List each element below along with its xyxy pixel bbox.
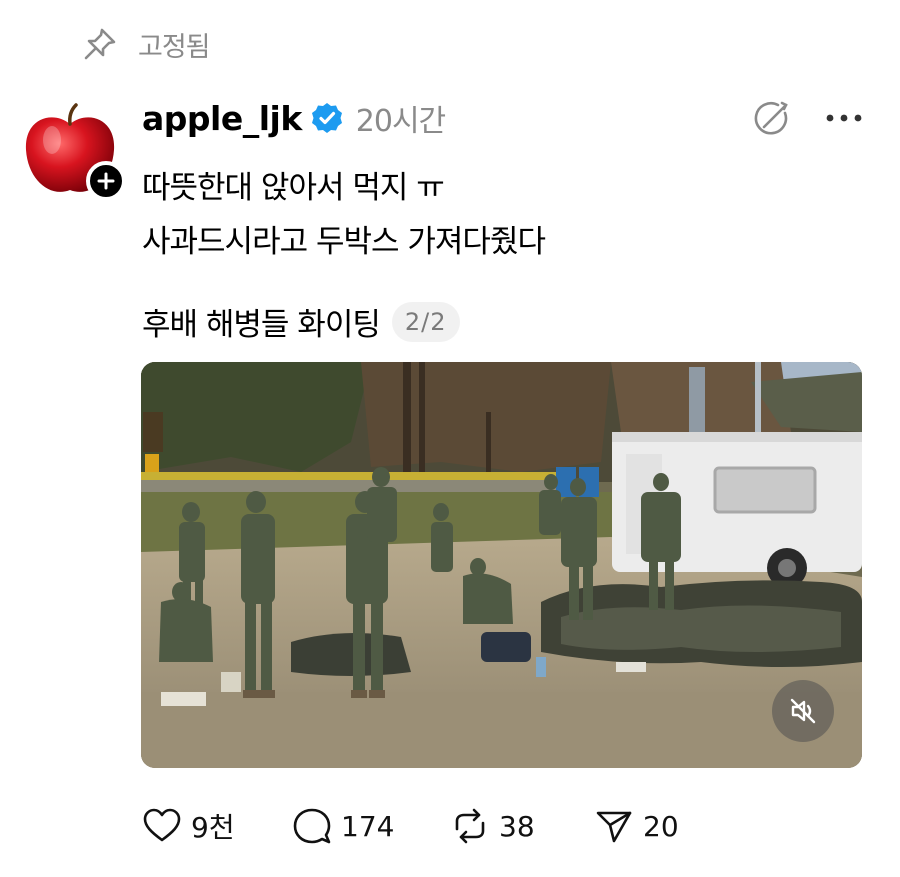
plus-icon [97,172,115,190]
like-count: 9천 [191,811,235,844]
comment-bubble-icon [293,808,331,844]
mute-toggle-button[interactable] [772,680,834,742]
repost-count: 38 [499,809,535,843]
verified-badge-icon [311,103,342,133]
username[interactable]: apple_ljk [142,99,302,138]
pin-icon [84,28,116,60]
more-dots-icon[interactable] [822,104,866,132]
pinned-label: 고정됨 [138,31,211,63]
post-text-line: 따뜻한대 앉아서 먹지 ㅠ [142,170,445,206]
heart-icon [143,808,181,842]
post-header: apple_ljk 20시간 [142,96,446,140]
reply-count: 174 [341,809,395,843]
like-button[interactable]: 9천 [141,801,235,851]
repost-button[interactable]: 38 [449,801,535,851]
post-text-line: 후배 해병들 화이팅 [142,307,381,343]
post-time: 20시간 [355,104,446,139]
post-actions-bar: 9천 174 38 20 [141,801,761,851]
pinned-indicator: 고정됨 [82,24,211,64]
ai-slash-icon[interactable] [752,99,792,139]
repost-icon [455,808,485,844]
share-button[interactable]: 20 [593,801,679,851]
share-count: 20 [643,809,679,843]
speaker-muted-icon [790,698,816,724]
reply-button[interactable]: 174 [291,801,394,851]
post-text-line-with-counter: 후배 해병들 화이팅 2/2 [142,299,460,344]
post-text-line: 사과드시라고 두박스 가져다줬다 [142,224,546,260]
follow-plus-button[interactable] [86,161,126,201]
media-page-counter: 2/2 [391,301,460,342]
send-icon [596,811,632,843]
post-media-video[interactable] [141,362,862,768]
